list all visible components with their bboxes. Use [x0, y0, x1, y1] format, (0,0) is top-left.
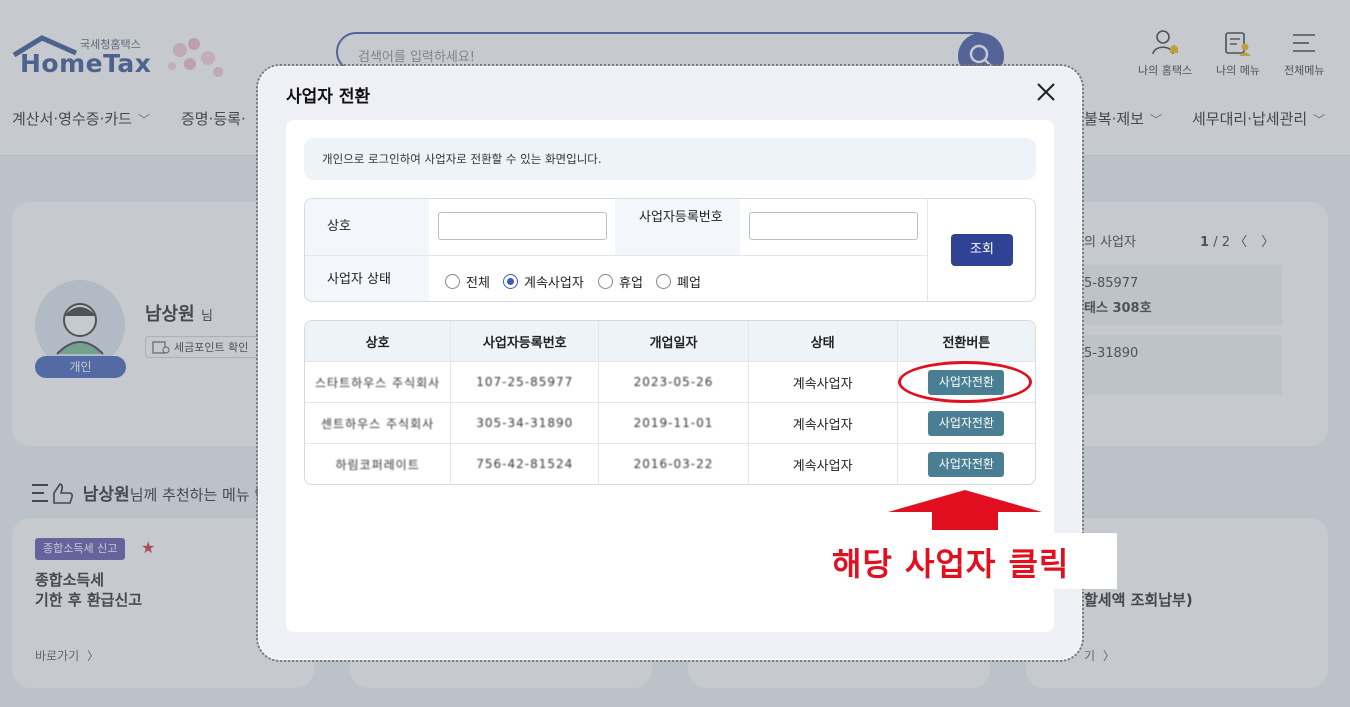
- radio-circle-checked: [503, 274, 518, 289]
- search-form: 상호 사업자등록번호 사업자 상태 전체 계속사업자 휴업 폐업 조회: [304, 198, 1036, 302]
- switch-business-button[interactable]: 사업자전환: [928, 410, 1005, 436]
- query-button[interactable]: 조회: [951, 234, 1013, 266]
- open-date-cell: 2016-03-22: [633, 457, 714, 471]
- label-status: 사업자 상태: [305, 255, 429, 301]
- status-cell: 계속사업자: [792, 376, 853, 392]
- regno-cell: 305-34-31890: [476, 416, 574, 430]
- radio-active[interactable]: 계속사업자: [503, 272, 584, 291]
- annotation-callout: 해당 사업자 클릭: [822, 533, 1117, 589]
- modal-title: 사업자 전환: [286, 87, 371, 107]
- regno-input[interactable]: [749, 212, 918, 240]
- radio-suspended[interactable]: 휴업: [598, 272, 643, 291]
- close-icon[interactable]: [1034, 80, 1058, 104]
- business-name-cell: 센트하우스 주식회사: [321, 416, 435, 431]
- col-header: 상호: [365, 335, 390, 351]
- label-regno: 사업자등록번호: [615, 199, 740, 255]
- table-header-row: 상호 사업자등록번호 개업일자 상태 전환버튼: [305, 321, 1035, 361]
- switch-business-button[interactable]: 사업자전환: [928, 451, 1005, 477]
- arrow-up-icon: [888, 490, 1042, 530]
- radio-all[interactable]: 전체: [445, 272, 490, 291]
- regno-cell: 756-42-81524: [476, 457, 574, 471]
- col-header: 개업일자: [598, 321, 747, 361]
- business-name-cell: 하림코퍼레이트: [335, 457, 420, 472]
- notice-text: 개인으로 로그인하여 사업자로 전환할 수 있는 화면입니다.: [304, 138, 1036, 180]
- business-table: 상호 사업자등록번호 개업일자 상태 전환버튼 스타트하우스 주식회사 107-…: [304, 320, 1036, 485]
- radio-circle: [445, 274, 460, 289]
- regno-cell: 107-25-85977: [476, 375, 574, 389]
- business-name-cell: 스타트하우스 주식회사: [314, 375, 441, 390]
- form-divider: [927, 199, 928, 301]
- table-row: 하림코퍼레이트 756-42-81524 2016-03-22 계속사업자 사업…: [305, 443, 1035, 484]
- radio-label: 계속사업자: [524, 276, 584, 291]
- radio-circle: [598, 274, 613, 289]
- table-row: 센트하우스 주식회사 305-34-31890 2019-11-01 계속사업자…: [305, 402, 1035, 443]
- radio-label: 휴업: [619, 276, 643, 291]
- radio-circle: [656, 274, 671, 289]
- col-header: 사업자등록번호: [450, 321, 598, 361]
- status-cell: 계속사업자: [792, 458, 853, 474]
- open-date-cell: 2019-11-01: [633, 416, 714, 430]
- radio-label: 폐업: [677, 276, 701, 291]
- annotation-text: 해당 사업자 클릭: [832, 545, 1070, 583]
- label-name: 상호: [305, 199, 429, 255]
- col-header: 상태: [747, 321, 897, 361]
- radio-closed[interactable]: 폐업: [656, 272, 701, 291]
- business-name-input[interactable]: [438, 212, 607, 240]
- radio-label: 전체: [466, 276, 490, 291]
- form-divider: [429, 255, 927, 256]
- col-header: 전환버튼: [896, 321, 1035, 361]
- open-date-cell: 2023-05-26: [633, 375, 714, 389]
- status-cell: 계속사업자: [792, 417, 853, 433]
- highlight-ellipse: [898, 361, 1032, 403]
